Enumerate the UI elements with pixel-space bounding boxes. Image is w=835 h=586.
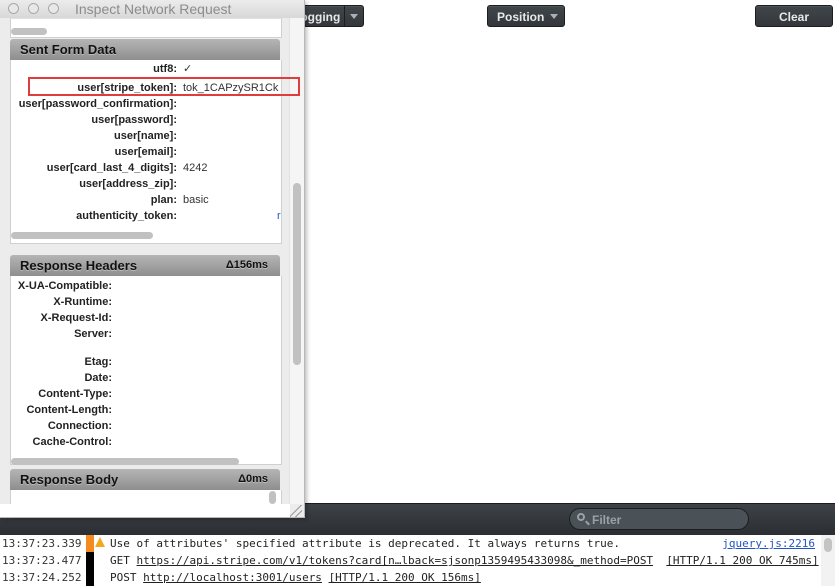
header-key: X-Runtime: bbox=[53, 296, 112, 308]
log-source-link[interactable]: jquery.js:2216 bbox=[722, 535, 815, 552]
close-window-button[interactable] bbox=[8, 3, 19, 14]
header-key: Cache-Control: bbox=[32, 436, 112, 448]
form-field-row: utf8: bbox=[0, 61, 177, 77]
chevron-down-icon bbox=[350, 14, 358, 19]
previous-panel-tail bbox=[10, 18, 282, 38]
header-row: Content-Length: bbox=[0, 402, 112, 418]
resize-grip-icon[interactable] bbox=[290, 505, 302, 517]
header-key: Server: bbox=[74, 328, 112, 340]
log-message: GET https://api.stripe.com/v1/tokens?car… bbox=[110, 552, 819, 569]
sent-form-data-header[interactable]: Sent Form Data bbox=[10, 39, 280, 60]
header-key: Connection: bbox=[47, 420, 112, 432]
header-row: Content-Type: bbox=[0, 386, 112, 402]
header-row: Cache-Control: bbox=[0, 434, 112, 450]
request-method: GET bbox=[110, 554, 130, 567]
form-field-key: user[card_last_4_digits]: bbox=[46, 162, 177, 174]
form-field-key: user[name]: bbox=[114, 130, 177, 142]
form-field-key: user[password_confirmation]: bbox=[18, 98, 177, 110]
form-data-horizontal-scrollbar[interactable] bbox=[11, 232, 153, 239]
response-headers-header[interactable]: Response Headers Δ156ms bbox=[10, 255, 280, 276]
header-key: Content-Length: bbox=[26, 404, 112, 416]
request-method: POST bbox=[110, 571, 137, 584]
header-key: X-Request-Id: bbox=[40, 312, 113, 324]
request-status-link[interactable]: [HTTP/1.1 200 OK 745ms] bbox=[666, 554, 818, 567]
form-field-row: authenticity_token: bbox=[0, 208, 177, 224]
position-label: Position bbox=[497, 10, 545, 24]
section-title: Response Body bbox=[20, 472, 119, 487]
form-field-row: plan: bbox=[0, 192, 177, 208]
header-row: Connection: bbox=[0, 418, 112, 434]
log-timestamp: 13:37:23.477 bbox=[2, 554, 82, 567]
log-message: Use of attributes' specified attribute i… bbox=[110, 537, 620, 550]
section-title: Sent Form Data bbox=[20, 42, 117, 57]
form-field-row: user[address_zip]: bbox=[0, 176, 177, 192]
warning-level-bar bbox=[86, 535, 94, 552]
previous-panel-scrollbar-thumb[interactable] bbox=[11, 28, 47, 35]
clear-label: Clear bbox=[778, 10, 810, 24]
header-row: X-Runtime: bbox=[0, 294, 112, 310]
log-timestamp: 13:37:23.339 bbox=[2, 537, 82, 550]
response-body-delta: Δ0ms bbox=[238, 473, 268, 485]
form-field-row: user[name]: bbox=[0, 128, 177, 144]
response-body-panel bbox=[10, 490, 282, 505]
header-row: X-UA-Compatible: bbox=[0, 278, 112, 294]
header-row: X-Request-Id: bbox=[0, 310, 113, 326]
form-field-row: user[password]: bbox=[0, 112, 177, 128]
inspector-scrollbar-thumb[interactable] bbox=[293, 183, 301, 365]
request-status-link[interactable]: [HTTP/1.1 200 OK 156ms] bbox=[329, 571, 481, 584]
log-timestamp: 13:37:24.252 bbox=[2, 571, 82, 584]
header-key: Content-Type: bbox=[38, 388, 112, 400]
header-row: Date: bbox=[0, 370, 112, 386]
form-field-row: user[card_last_4_digits]: bbox=[0, 160, 177, 176]
response-body-header[interactable]: Response Body Δ0ms bbox=[10, 469, 280, 490]
window-titlebar[interactable]: Inspect Network Request bbox=[0, 0, 304, 18]
header-row: Etag: bbox=[0, 354, 113, 370]
form-field-key: plan: bbox=[150, 194, 177, 206]
header-key: X-UA-Compatible: bbox=[17, 280, 112, 292]
form-field-key: user[password]: bbox=[91, 114, 177, 126]
search-icon bbox=[577, 513, 585, 521]
form-field-row: user[password_confirmation]: bbox=[0, 96, 177, 112]
inspect-network-request-window: Inspect Network Request Sent Form Data u… bbox=[0, 0, 305, 518]
log-row: 13:37:23.477 GET https://api.stripe.com/… bbox=[0, 552, 820, 569]
section-title: Response Headers bbox=[20, 258, 138, 273]
minimize-window-button[interactable] bbox=[28, 3, 39, 14]
form-field-key: utf8: bbox=[153, 63, 177, 75]
net-level-bar bbox=[86, 569, 94, 586]
form-field-key: user[address_zip]: bbox=[79, 178, 177, 190]
window-title: Inspect Network Request bbox=[75, 1, 232, 17]
chevron-down-icon bbox=[550, 14, 558, 19]
response-body-scrollbar-thumb[interactable] bbox=[269, 491, 276, 504]
form-field-key: authenticity_token: bbox=[76, 210, 177, 222]
position-dropdown[interactable]: Position bbox=[487, 5, 565, 27]
warning-icon bbox=[95, 537, 105, 547]
logging-dropdown-toggle[interactable] bbox=[344, 6, 363, 26]
header-row: Server: bbox=[0, 326, 112, 342]
stripe-token-highlight bbox=[28, 77, 300, 96]
form-field-row: user[email]: bbox=[0, 144, 177, 160]
header-key: Etag: bbox=[84, 356, 113, 368]
console-log: 13:37:23.339 Use of attributes' specifie… bbox=[0, 535, 835, 586]
log-message: POST http://localhost:3001/users [HTTP/1… bbox=[110, 569, 481, 586]
filter-field[interactable] bbox=[569, 508, 749, 530]
header-key: Date: bbox=[84, 372, 112, 384]
response-headers-delta: Δ156ms bbox=[225, 259, 268, 271]
log-scrollbar-thumb[interactable] bbox=[824, 538, 832, 552]
request-url-link[interactable]: https://api.stripe.com/v1/tokens?card[n…… bbox=[137, 554, 654, 567]
request-url-link[interactable]: http://localhost:3001/users bbox=[143, 571, 322, 584]
clear-button[interactable]: Clear bbox=[755, 5, 833, 27]
log-scrollbar[interactable] bbox=[821, 535, 835, 586]
zoom-window-button[interactable] bbox=[48, 3, 59, 14]
log-row: 13:37:24.252 POST http://localhost:3001/… bbox=[0, 569, 820, 586]
net-level-bar bbox=[86, 552, 94, 569]
response-headers-horizontal-scrollbar[interactable] bbox=[11, 458, 239, 465]
window-bottom-bar bbox=[0, 504, 290, 517]
log-row: 13:37:23.339 Use of attributes' specifie… bbox=[0, 535, 820, 552]
form-field-key: user[email]: bbox=[114, 146, 177, 158]
filter-input[interactable] bbox=[590, 510, 744, 530]
